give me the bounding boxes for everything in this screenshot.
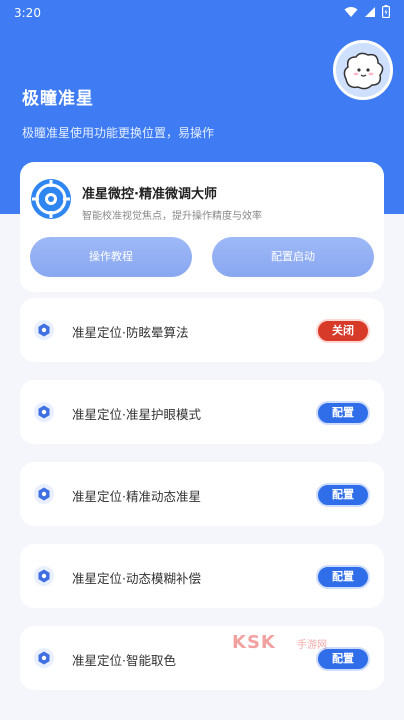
list-item-label: 准星定位·动态模糊补偿 xyxy=(72,571,201,586)
status-time: 3:20 xyxy=(14,6,41,20)
app-title: 极瞳准星 xyxy=(22,89,94,109)
toggle-off-button[interactable]: 关闭 xyxy=(316,319,370,343)
hexagon-gear-icon xyxy=(34,566,54,586)
list-item: 准星定位·防眩晕算法 关闭 xyxy=(20,298,384,362)
watermark-text: 手游网 xyxy=(297,640,327,651)
start-config-button[interactable]: 配置启动 xyxy=(212,237,374,277)
watermark-logo: KSK xyxy=(232,632,276,653)
hexagon-gear-icon xyxy=(34,402,54,422)
list-item-label: 准星定位·精准动态准星 xyxy=(72,489,201,504)
feature-card-subtitle: 智能校准视觉焦点，提升操作精度与效率 xyxy=(82,211,262,222)
list-item: 准星定位·智能取色 配置 xyxy=(20,626,384,690)
hexagon-gear-icon xyxy=(34,484,54,504)
cartoon-sheep-icon xyxy=(336,43,390,97)
list-item: 准星定位·精准动态准星 配置 xyxy=(20,462,384,526)
feature-card-title: 准星微控·精准微调大师 xyxy=(82,187,217,202)
list-item-label: 准星定位·智能取色 xyxy=(72,653,176,668)
wifi-icon xyxy=(344,6,358,17)
tutorial-button[interactable]: 操作教程 xyxy=(30,237,192,277)
config-button[interactable]: 配置 xyxy=(316,483,370,507)
status-bar: 3:20 xyxy=(0,0,404,28)
battery-icon xyxy=(382,5,390,18)
hexagon-gear-icon xyxy=(34,648,54,668)
crosshair-target-icon xyxy=(31,179,71,219)
list-item-label: 准星定位·准星护眼模式 xyxy=(72,407,201,422)
app-subtitle: 极瞳准星使用功能更换位置，易操作 xyxy=(22,126,215,140)
hexagon-gear-icon xyxy=(34,320,54,340)
status-icons xyxy=(344,5,390,18)
avatar[interactable] xyxy=(333,40,393,100)
list-item: 准星定位·动态模糊补偿 配置 xyxy=(20,544,384,608)
feature-card: 准星微控·精准微调大师 智能校准视觉焦点，提升操作精度与效率 操作教程 配置启动 xyxy=(20,162,384,292)
list-item: 准星定位·准星护眼模式 配置 xyxy=(20,380,384,444)
list-item-label: 准星定位·防眩晕算法 xyxy=(72,325,189,340)
config-button[interactable]: 配置 xyxy=(316,565,370,589)
signal-icon xyxy=(365,6,375,17)
config-button[interactable]: 配置 xyxy=(316,401,370,425)
